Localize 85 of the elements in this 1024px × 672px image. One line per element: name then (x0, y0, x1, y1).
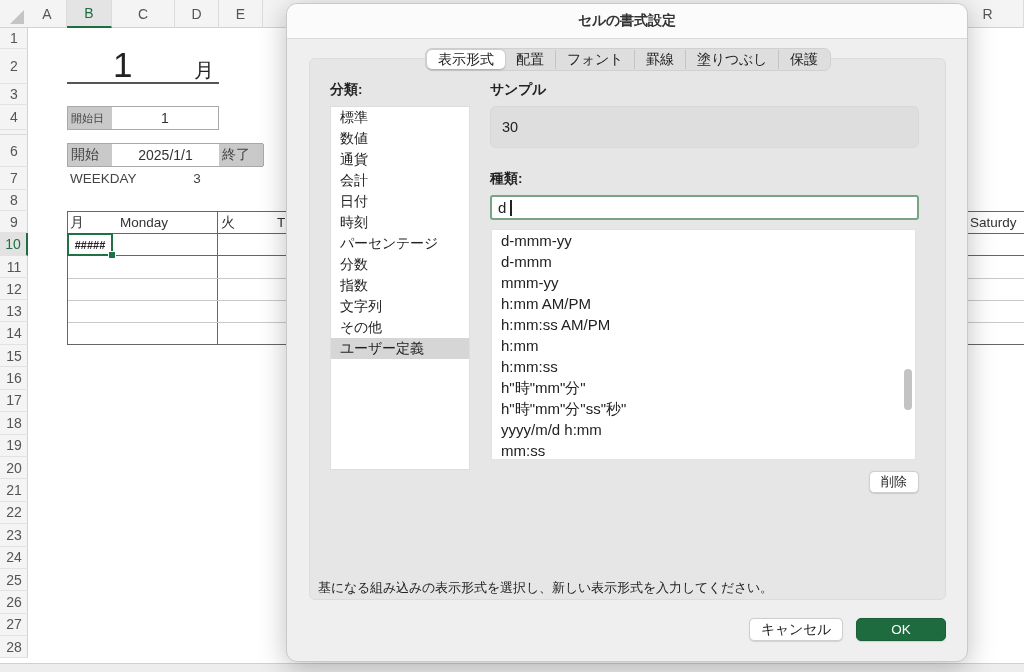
dialog-button[interactable]: キャンセル (749, 618, 843, 641)
column-header[interactable]: C (112, 0, 175, 28)
row-header[interactable]: 15 (0, 345, 28, 368)
format-input[interactable]: d (490, 195, 919, 220)
type-label: 種類: (490, 170, 524, 187)
weekday-label: WEEKDAY (69, 171, 137, 186)
format-item[interactable]: h:mm AM/PM (492, 293, 899, 314)
row-header[interactable]: 18 (0, 412, 28, 435)
scrollbar-thumb[interactable] (904, 369, 912, 410)
row-header[interactable]: 6 (0, 135, 28, 167)
row-header[interactable]: 8 (0, 190, 28, 211)
tab[interactable]: 表示形式 (426, 50, 505, 69)
format-item[interactable]: h:mm:ss AM/PM (492, 314, 899, 335)
column-header[interactable]: B (67, 0, 112, 28)
row-header[interactable]: 23 (0, 524, 28, 547)
category-item[interactable]: パーセンテージ (331, 233, 469, 254)
select-all-icon[interactable] (10, 10, 24, 24)
row-header[interactable]: 17 (0, 389, 28, 413)
format-item[interactable]: h"時"mm"分" (492, 377, 899, 398)
column-header[interactable]: D (175, 0, 219, 28)
row-header[interactable]: 3 (0, 84, 28, 105)
category-item[interactable]: 数値 (331, 128, 469, 149)
row-header[interactable]: 28 (0, 636, 28, 659)
weekday-name: T (276, 215, 286, 231)
category-item[interactable]: 会計 (331, 170, 469, 191)
start-day-label: 開始日 (68, 107, 112, 129)
month-number: 1 (113, 49, 133, 80)
category-item[interactable]: 通貨 (331, 149, 469, 170)
row-header[interactable]: 2 (0, 49, 28, 84)
dialog-title: セルの書式設定 (578, 12, 676, 30)
dialog-button[interactable]: OK (856, 618, 946, 641)
row-header[interactable]: 19 (0, 434, 28, 457)
row-header[interactable]: 14 (0, 322, 28, 345)
category-item[interactable]: 指数 (331, 275, 469, 296)
row-header[interactable]: 12 (0, 278, 28, 300)
row-header[interactable]: 16 (0, 367, 28, 390)
format-item[interactable]: mmm-yy (492, 272, 899, 293)
weekday-value: 3 (193, 171, 201, 186)
category-item[interactable]: 標準 (331, 107, 469, 128)
row-header[interactable]: 24 (0, 546, 28, 569)
period-end-label: 終了 (219, 144, 263, 166)
tab[interactable]: 保護 (777, 50, 829, 69)
format-item[interactable]: h:mm (492, 335, 899, 356)
category-item[interactable]: 時刻 (331, 212, 469, 233)
row-header[interactable]: 26 (0, 591, 28, 614)
tab[interactable]: 配置 (504, 50, 555, 69)
row-header[interactable]: 22 (0, 501, 28, 525)
category-item[interactable]: 分数 (331, 254, 469, 275)
format-item[interactable]: h:mm:ss (492, 356, 899, 377)
month-unit: 月 (194, 59, 214, 81)
row-header[interactable]: 20 (0, 456, 28, 480)
row-header[interactable]: 27 (0, 613, 28, 637)
category-item[interactable]: その他 (331, 317, 469, 338)
row-header[interactable]: 13 (0, 300, 28, 322)
format-item[interactable]: yyyy/m/d h:mm (492, 419, 899, 440)
text-cursor-icon (510, 199, 513, 216)
tab[interactable]: フォント (554, 50, 634, 69)
delete-button[interactable]: 削除 (869, 471, 919, 493)
weekday-name: Monday (119, 215, 169, 231)
row-header[interactable]: 10 (0, 233, 28, 256)
weekday-kanji: 月 (69, 213, 84, 232)
format-item[interactable]: h"時"mm"分"ss"秒" (492, 398, 899, 419)
format-item[interactable]: d-mmm (492, 251, 899, 272)
row-header[interactable]: 21 (0, 479, 28, 502)
fill-handle[interactable] (108, 251, 116, 260)
row-header[interactable]: 1 (0, 28, 28, 49)
weekday-name: Saturdy (969, 215, 1017, 231)
sample-preview: 30 (490, 106, 919, 148)
tab[interactable]: 塗りつぶし (684, 50, 778, 69)
hint-text: 基になる組み込みの表示形式を選択し、新しい表示形式を入力してください。 (317, 579, 774, 597)
format-item[interactable]: d-mmm-yy (492, 230, 899, 251)
row-header[interactable]: 25 (0, 568, 28, 592)
category-label: 分類: (330, 81, 364, 98)
category-item[interactable]: 日付 (331, 191, 469, 212)
column-header[interactable]: E (219, 0, 263, 28)
row-header[interactable]: 4 (0, 105, 28, 130)
format-item[interactable]: mm:ss (492, 440, 899, 459)
period-start-label: 開始 (68, 144, 112, 166)
category-item[interactable]: ユーザー定義 (331, 338, 469, 359)
category-item[interactable]: 文字列 (331, 296, 469, 317)
sample-label: サンプル (490, 81, 547, 98)
row-header[interactable]: 7 (0, 167, 28, 190)
row-header[interactable]: 11 (0, 256, 28, 278)
tab[interactable]: 罫線 (633, 50, 685, 69)
weekday-kanji: 火 (220, 213, 235, 232)
